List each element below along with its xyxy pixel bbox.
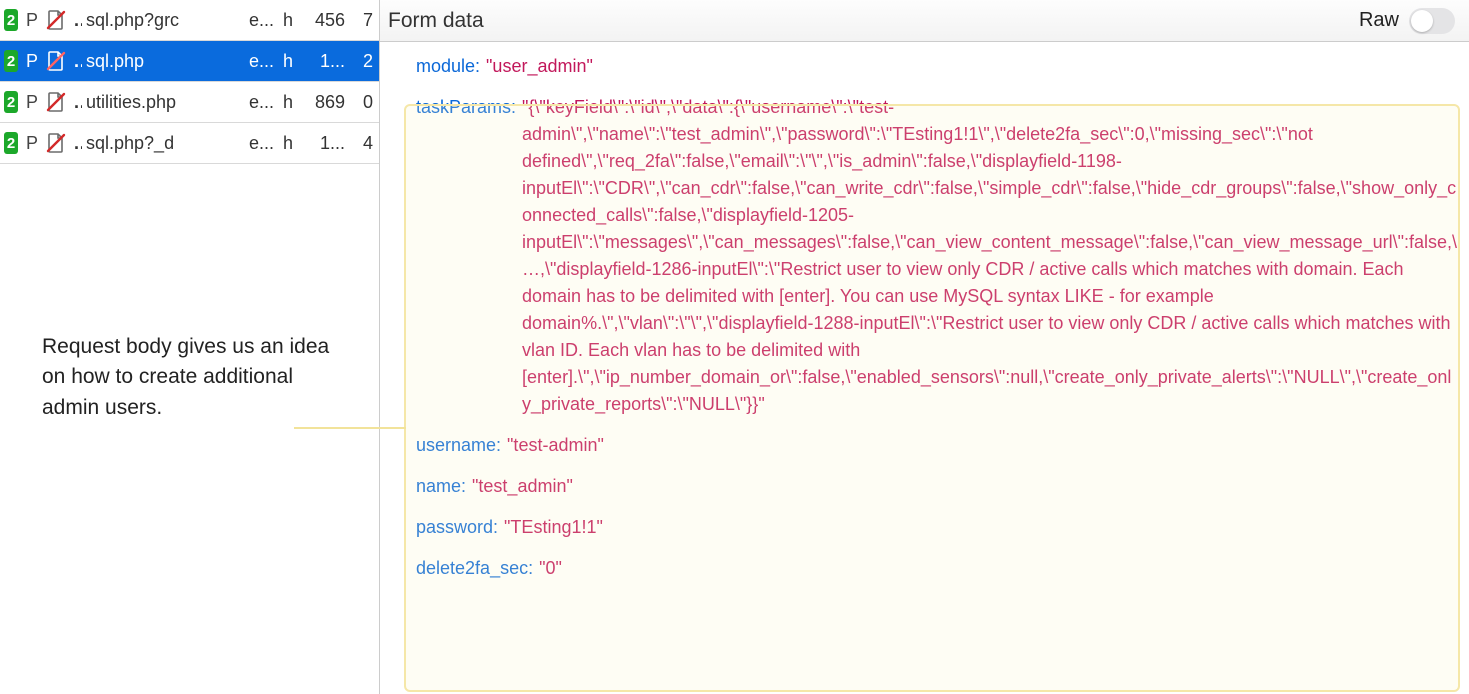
val-task: "CREATE" xyxy=(460,42,544,47)
val-module: "user_admin" xyxy=(486,53,593,80)
col-size: 869 xyxy=(305,92,349,113)
col-h: h xyxy=(279,92,305,113)
kv-delete2fa: delete2fa_sec: "0" xyxy=(416,555,1465,582)
key-module: module: xyxy=(416,53,480,80)
col-e: e... xyxy=(245,133,279,154)
val-delete2fa: "0" xyxy=(539,555,562,582)
method-initial: P xyxy=(22,51,42,72)
form-data-body: task: "CREATE" module: "user_admin" task… xyxy=(380,42,1469,694)
method-initial: P xyxy=(22,133,42,154)
col-size: 1... xyxy=(305,51,349,72)
form-data-header: Form data Raw xyxy=(380,0,1469,42)
status-badge: 2 xyxy=(0,50,22,72)
key-delete2fa: delete2fa_sec: xyxy=(416,555,533,582)
key-username: username: xyxy=(416,432,501,459)
dot: . xyxy=(70,133,82,154)
col-last: 0 xyxy=(349,92,379,113)
dot: . xyxy=(70,10,82,31)
col-last: 4 xyxy=(349,133,379,154)
raw-toggle[interactable] xyxy=(1409,8,1455,34)
form-data-panel: Form data Raw task: "CREATE" module: "us… xyxy=(380,0,1469,694)
key-password: password: xyxy=(416,514,498,541)
kv-taskparams: taskParams: "{\"keyField\":\"id\",\"data… xyxy=(416,94,1465,418)
kv-name: name: "test_admin" xyxy=(416,473,1465,500)
key-name: name: xyxy=(416,473,466,500)
method-initial: P xyxy=(22,10,42,31)
col-size: 1... xyxy=(305,133,349,154)
doc-icon xyxy=(42,91,70,113)
dot: . xyxy=(70,51,82,72)
request-row[interactable]: 2 P . sql.php?grc e... h 456 7 xyxy=(0,0,379,41)
request-name: sql.php?grc xyxy=(82,10,245,31)
key-taskparams: taskParams: xyxy=(416,94,516,121)
status-badge: 2 xyxy=(0,132,22,154)
val-password: "TEsting1!1" xyxy=(504,514,603,541)
request-name: sql.php?_d xyxy=(82,133,245,154)
method-initial: P xyxy=(22,92,42,113)
doc-icon xyxy=(42,50,70,72)
request-row[interactable]: 2 P . sql.php?_d e... h 1... 4 xyxy=(0,123,379,164)
annotation-text: Request body gives us an idea on how to … xyxy=(42,335,329,419)
kv-username: username: "test-admin" xyxy=(416,432,1465,459)
request-name: utilities.php xyxy=(82,92,245,113)
col-e: e... xyxy=(245,92,279,113)
dot: . xyxy=(70,92,82,113)
panel-title: Form data xyxy=(388,9,484,33)
network-request-list: 2 P . sql.php?grc e... h 456 7 2 P . sql… xyxy=(0,0,380,694)
status-badge: 2 xyxy=(0,9,22,31)
val-username: "test-admin" xyxy=(507,432,604,459)
col-h: h xyxy=(279,10,305,31)
col-e: e... xyxy=(245,51,279,72)
col-h: h xyxy=(279,133,305,154)
raw-label: Raw xyxy=(1359,9,1399,32)
col-h: h xyxy=(279,51,305,72)
col-size: 456 xyxy=(305,10,349,31)
request-row[interactable]: 2 P . sql.php e... h 1... 2 xyxy=(0,41,379,82)
key-task: task: xyxy=(416,42,454,47)
doc-icon xyxy=(42,132,70,154)
val-taskparams[interactable]: "{\"keyField\":\"id\",\"data\":{\"userna… xyxy=(522,94,1465,418)
col-last: 2 xyxy=(349,51,379,72)
doc-icon xyxy=(42,9,70,31)
col-e: e... xyxy=(245,10,279,31)
col-last: 7 xyxy=(349,10,379,31)
status-badge: 2 xyxy=(0,91,22,113)
kv-task: task: "CREATE" xyxy=(416,42,1465,47)
val-name: "test_admin" xyxy=(472,473,573,500)
request-name: sql.php xyxy=(82,51,245,72)
request-row[interactable]: 2 P . utilities.php e... h 869 0 xyxy=(0,82,379,123)
kv-password: password: "TEsting1!1" xyxy=(416,514,1465,541)
kv-module: module: "user_admin" xyxy=(416,53,1465,80)
annotation-callout: Request body gives us an idea on how to … xyxy=(0,332,379,423)
